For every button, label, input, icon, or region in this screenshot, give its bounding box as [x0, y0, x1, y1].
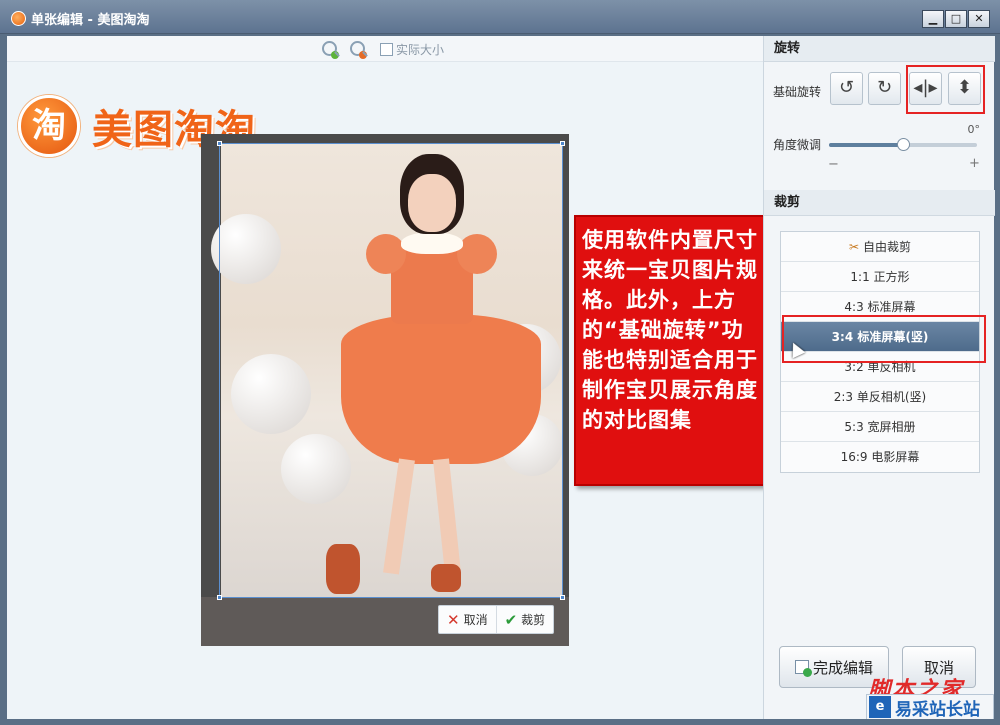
- app-logo-icon: [11, 11, 26, 26]
- crop-option-16-9[interactable]: 16:9 电影屏幕: [781, 442, 979, 472]
- angle-value: 0°: [967, 123, 981, 136]
- crop-handle-bottom-right[interactable]: [560, 595, 565, 600]
- yicai-logo-icon: e: [869, 696, 891, 718]
- fine-tune-label: 角度微调: [773, 138, 822, 152]
- highlight-box-crop: [782, 315, 986, 363]
- crop-section-title: 裁剪: [764, 190, 995, 216]
- crop-option-free[interactable]: ✂ 自由裁剪: [781, 232, 979, 262]
- crop-handle-bottom-left[interactable]: [217, 595, 222, 600]
- rotate-section-title: 旋转: [764, 36, 995, 62]
- zoom-out-button[interactable]: [350, 41, 367, 59]
- cancel-x-icon: ✕: [447, 610, 460, 629]
- crop-handle-top-right[interactable]: [560, 141, 565, 146]
- zoom-in-icon: [322, 41, 339, 59]
- rotate-left-button[interactable]: ↺: [830, 72, 863, 105]
- title-bar: 单张编辑 - 美图淘淘 ▁ □ ✕: [0, 0, 1000, 34]
- angle-plus: +: [969, 156, 980, 171]
- zoom-in-button[interactable]: [322, 41, 339, 59]
- maximize-button[interactable]: □: [945, 10, 967, 28]
- rotate-right-button[interactable]: ↻: [868, 72, 901, 105]
- crop-selection[interactable]: [217, 141, 565, 600]
- minimize-button[interactable]: ▁: [922, 10, 944, 28]
- basic-rotate-label: 基础旋转: [773, 85, 822, 99]
- angle-slider-thumb[interactable]: [897, 138, 910, 151]
- scissors-icon: ✂: [848, 240, 860, 254]
- check-icon: ✔: [504, 610, 518, 629]
- right-panel: 旋转 基础旋转 ↺ ↻ ◂|▸ ⬍ 角度微调 0° − + 裁剪 ✂ 自由裁剪 1…: [763, 36, 995, 719]
- logo-mark: 淘: [18, 95, 80, 157]
- crop-option-1-1[interactable]: 1:1 正方形: [781, 262, 979, 292]
- highlight-box-rotate: [906, 65, 985, 114]
- zoom-out-icon: [350, 41, 367, 59]
- actual-size-label: 实际大小: [396, 43, 445, 57]
- angle-slider[interactable]: [829, 138, 977, 151]
- canvas-toolbar: 实际大小: [7, 36, 763, 62]
- crop-handle-top-left[interactable]: [217, 141, 222, 146]
- crop-confirm-button[interactable]: ✔ 裁剪: [495, 606, 554, 633]
- watermark-yicai: e 易采站长站: [866, 694, 994, 720]
- crop-option-5-3[interactable]: 5:3 宽屏相册: [781, 412, 979, 442]
- crop-cancel-button[interactable]: ✕ 取消: [439, 606, 496, 633]
- window-controls: ▁ □ ✕: [922, 10, 990, 28]
- close-button[interactable]: ✕: [968, 10, 990, 28]
- annotation-callout: 使用软件内置尺寸来统一宝贝图片规格。此外，上方的“基础旋转”功能也特别适合用于制…: [574, 215, 771, 486]
- crop-option-2-3[interactable]: 2:3 单反相机(竖): [781, 382, 979, 412]
- app-window: 单张编辑 - 美图淘淘 ▁ □ ✕ 实际大小 淘 美图淘淘 ✕ 取消 ✔ 裁剪 …: [0, 0, 1000, 725]
- done-icon: [794, 660, 812, 677]
- actual-size-icon: [380, 43, 393, 56]
- window-title: 单张编辑 - 美图淘淘: [31, 13, 150, 28]
- angle-minus: −: [828, 157, 839, 172]
- crop-action-bar: ✕ 取消 ✔ 裁剪: [438, 605, 555, 634]
- actual-size-button[interactable]: 实际大小: [380, 41, 444, 58]
